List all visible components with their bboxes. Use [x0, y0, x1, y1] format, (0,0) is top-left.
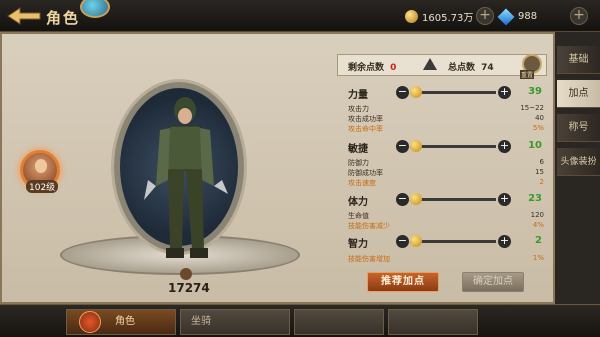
tab-label: 坐骑 — [191, 316, 211, 327]
stat-name: 敏捷 — [348, 144, 368, 155]
stat-value: 39 — [528, 86, 542, 97]
increase-intelligence-button[interactable]: + — [498, 235, 511, 248]
stat-slider-track[interactable] — [410, 240, 496, 243]
sub-stat: 防御成功率 15 — [348, 168, 544, 177]
sub-stat: 技能伤害减少 4% — [348, 221, 544, 230]
sub-stat-value: 40 — [535, 114, 544, 122]
avatar-face-icon — [35, 159, 47, 173]
stat-slider-knob[interactable] — [410, 235, 422, 247]
stat-value: 23 — [528, 193, 542, 204]
sub-stat: 攻击命中率 5% — [348, 124, 544, 133]
gold-coin-icon — [405, 10, 418, 23]
sub-stat-value: 15~22 — [520, 104, 544, 112]
sub-stat-label: 攻击速度 — [348, 179, 376, 187]
diamond-icon — [497, 8, 515, 25]
points-summary: 剩余点数 0 总点数 74 — [337, 54, 547, 76]
stat-name: 体力 — [348, 197, 368, 208]
sub-stat: 攻击成功率 40 — [348, 114, 544, 123]
stat-row-intelligence: 智力 − + 2 — [348, 235, 546, 251]
tab-label: 角色 — [115, 316, 135, 327]
helmet-icon — [79, 311, 101, 333]
character-level-badge: 102级 — [26, 180, 59, 193]
sub-stat-value: 15 — [535, 168, 544, 176]
tab-character[interactable]: 角色 — [66, 309, 176, 335]
sub-stat-label: 防御成功率 — [348, 169, 383, 177]
back-arrow-icon — [7, 7, 41, 25]
stat-row-strength: 力量 − + 39 — [348, 86, 546, 102]
decrease-stamina-button[interactable]: − — [396, 193, 409, 206]
stat-slider-knob[interactable] — [410, 193, 422, 205]
sub-stat-value: 120 — [530, 211, 544, 219]
sub-stat-label: 技能伤害增加 — [348, 255, 390, 263]
increase-stamina-button[interactable]: + — [498, 193, 511, 206]
total-points-text: 总点数 — [448, 63, 476, 73]
total-points-value: 74 — [481, 63, 494, 73]
sub-stat-label: 生命值 — [348, 212, 369, 220]
remaining-points-value: 0 — [390, 63, 397, 73]
sub-stat: 技能伤害增加 1% — [348, 254, 544, 263]
sub-stat-label: 攻击力 — [348, 105, 369, 113]
combat-power-icon — [180, 268, 192, 280]
recommend-points-button[interactable]: 推荐加点 — [367, 272, 439, 292]
warning-icon[interactable] — [423, 58, 437, 70]
pet-icon[interactable] — [80, 0, 110, 18]
sub-stat: 攻击力 15~22 — [348, 104, 544, 113]
total-points-label: 总点数 74 — [448, 60, 494, 73]
tab-add-points[interactable]: 加点 — [557, 80, 600, 108]
add-gold-button[interactable]: + — [476, 7, 494, 25]
back-button[interactable] — [6, 6, 42, 26]
remaining-points-label: 剩余点数 0 — [348, 60, 396, 73]
sub-stat-value: 5% — [532, 124, 544, 132]
decrease-intelligence-button[interactable]: − — [396, 235, 409, 248]
decrease-agility-button[interactable]: − — [396, 140, 409, 153]
stat-value: 2 — [535, 235, 542, 246]
stat-slider-track[interactable] — [410, 198, 496, 201]
gold-value: 1605.73万 — [422, 13, 474, 24]
decrease-strength-button[interactable]: − — [396, 86, 409, 99]
character-model[interactable] — [140, 90, 230, 265]
sub-stat-value: 6 — [539, 158, 544, 166]
stat-row-agility: 敏捷 − + 10 — [348, 140, 546, 156]
stat-slider-knob[interactable] — [410, 140, 422, 152]
increase-agility-button[interactable]: + — [498, 140, 511, 153]
sub-stat-label: 攻击成功率 — [348, 115, 383, 123]
confirm-points-button[interactable]: 确定加点 — [462, 272, 524, 292]
stat-row-stamina: 体力 − + 23 — [348, 193, 546, 209]
sub-stat: 生命值 120 — [348, 211, 544, 220]
combat-power-value: 17274 — [168, 281, 210, 295]
tab-title[interactable]: 称号 — [557, 114, 600, 142]
page-title: 角色 — [46, 9, 81, 27]
bottom-tab-empty[interactable] — [388, 309, 478, 335]
bottom-tab-bar: 角色 坐骑 — [0, 304, 600, 337]
reset-label: 重置 — [520, 70, 535, 79]
gem-value: 988 — [518, 11, 538, 22]
sub-stat-value: 4% — [532, 221, 544, 229]
stat-name: 力量 — [348, 90, 368, 101]
sub-stat: 攻击速度 2 — [348, 178, 544, 187]
stat-slider-track[interactable] — [410, 91, 496, 94]
sub-stat-value: 1% — [532, 254, 544, 262]
stat-name: 智力 — [348, 239, 368, 250]
tab-mount[interactable]: 坐骑 — [180, 309, 290, 335]
sub-stat: 防御力 6 — [348, 158, 544, 167]
sub-stat-label: 技能伤害减少 — [348, 222, 390, 230]
increase-strength-button[interactable]: + — [498, 86, 511, 99]
gold-display: 1605.73万 — [405, 8, 473, 25]
stat-value: 10 — [528, 140, 542, 151]
tab-avatar-decoration[interactable]: 头像装扮 — [557, 148, 600, 176]
stat-slider-track[interactable] — [410, 145, 496, 148]
tab-basic[interactable]: 基础 — [557, 46, 600, 74]
sub-stat-label: 防御力 — [348, 159, 369, 167]
bottom-tab-empty[interactable] — [294, 309, 384, 335]
sub-stat-label: 攻击命中率 — [348, 125, 383, 133]
sub-stat-value: 2 — [539, 178, 544, 186]
side-tabs: 基础 加点 称号 头像装扮 — [555, 32, 600, 304]
stat-slider-knob[interactable] — [410, 86, 422, 98]
gem-display: 988 — [497, 8, 538, 25]
remaining-points-text: 剩余点数 — [348, 63, 385, 73]
top-bar: 角色 1605.73万 + 988 + — [0, 0, 600, 32]
add-gem-button[interactable]: + — [570, 7, 588, 25]
